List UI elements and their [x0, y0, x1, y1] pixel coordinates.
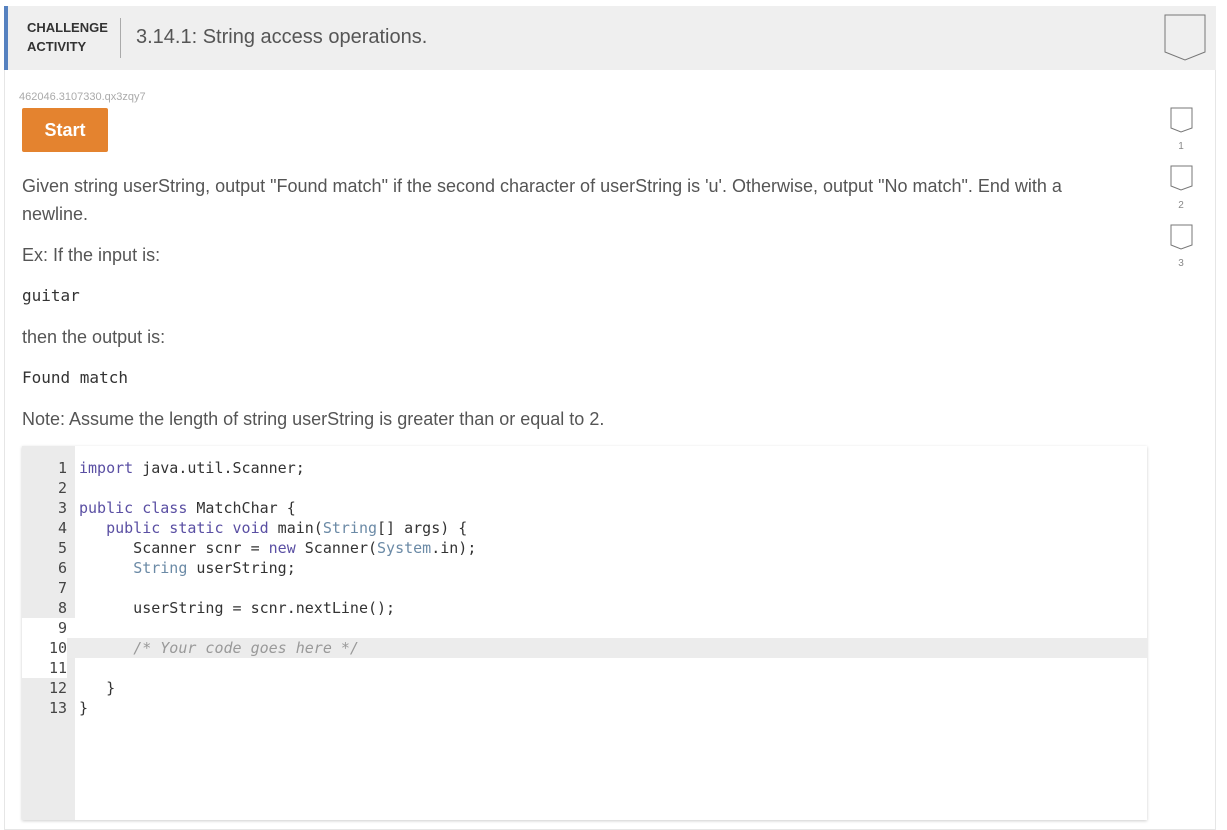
example-output-label: then the output is:	[22, 327, 166, 347]
code-line[interactable]: 12 }	[22, 678, 1147, 698]
code-line[interactable]: 11	[22, 658, 1147, 678]
example-output: Found match	[22, 368, 128, 387]
step-3-icon[interactable]	[1170, 224, 1193, 250]
code-line[interactable]: 8 userString = scnr.nextLine();	[22, 598, 1147, 618]
completion-shield-icon	[1164, 14, 1206, 61]
start-button[interactable]: Start	[22, 108, 108, 152]
code-line[interactable]: 4 public static void main(String[] args)…	[22, 518, 1147, 538]
step-1-label: 1	[1178, 141, 1184, 152]
code-line[interactable]: 3 public class MatchChar {	[22, 498, 1147, 518]
code-line[interactable]: 1 import java.util.Scanner;	[22, 458, 1147, 478]
note-text: Note: Assume the length of string userSt…	[22, 409, 605, 429]
activity-type-label: CHALLENGE ACTIVITY	[27, 20, 108, 54]
example-input: guitar	[22, 286, 80, 305]
step-2-label: 2	[1178, 200, 1184, 211]
code-editor[interactable]: 1 import java.util.Scanner; 2 3 public cla…	[22, 446, 1147, 820]
activity-title: 3.14.1: String access operations.	[136, 26, 428, 48]
code-line[interactable]: 9	[22, 618, 1147, 638]
instruction-text-cont: newline.	[22, 204, 89, 224]
example-input-label: Ex: If the input is:	[22, 245, 161, 265]
activity-header: CHALLENGE ACTIVITY 3.14.1: String access …	[4, 6, 1216, 70]
step-3-label: 3	[1178, 258, 1184, 269]
code-line[interactable]: 7	[22, 578, 1147, 598]
code-line-active[interactable]: 10 /* Your code goes here */	[22, 638, 1147, 658]
code-line[interactable]: 13}	[22, 698, 1147, 718]
code-line[interactable]: 6 String userString;	[22, 558, 1147, 578]
step-1-icon[interactable]	[1170, 107, 1193, 133]
code-line[interactable]: 5 Scanner scnr = new Scanner(System.in);	[22, 538, 1147, 558]
code-line[interactable]: 2	[22, 478, 1147, 498]
step-2-icon[interactable]	[1170, 165, 1193, 191]
header-divider	[120, 18, 121, 58]
activity-id: 462046.3107330.qx3zqy7	[19, 91, 146, 103]
instruction-text: Given string userString, output "Found m…	[22, 176, 1062, 196]
